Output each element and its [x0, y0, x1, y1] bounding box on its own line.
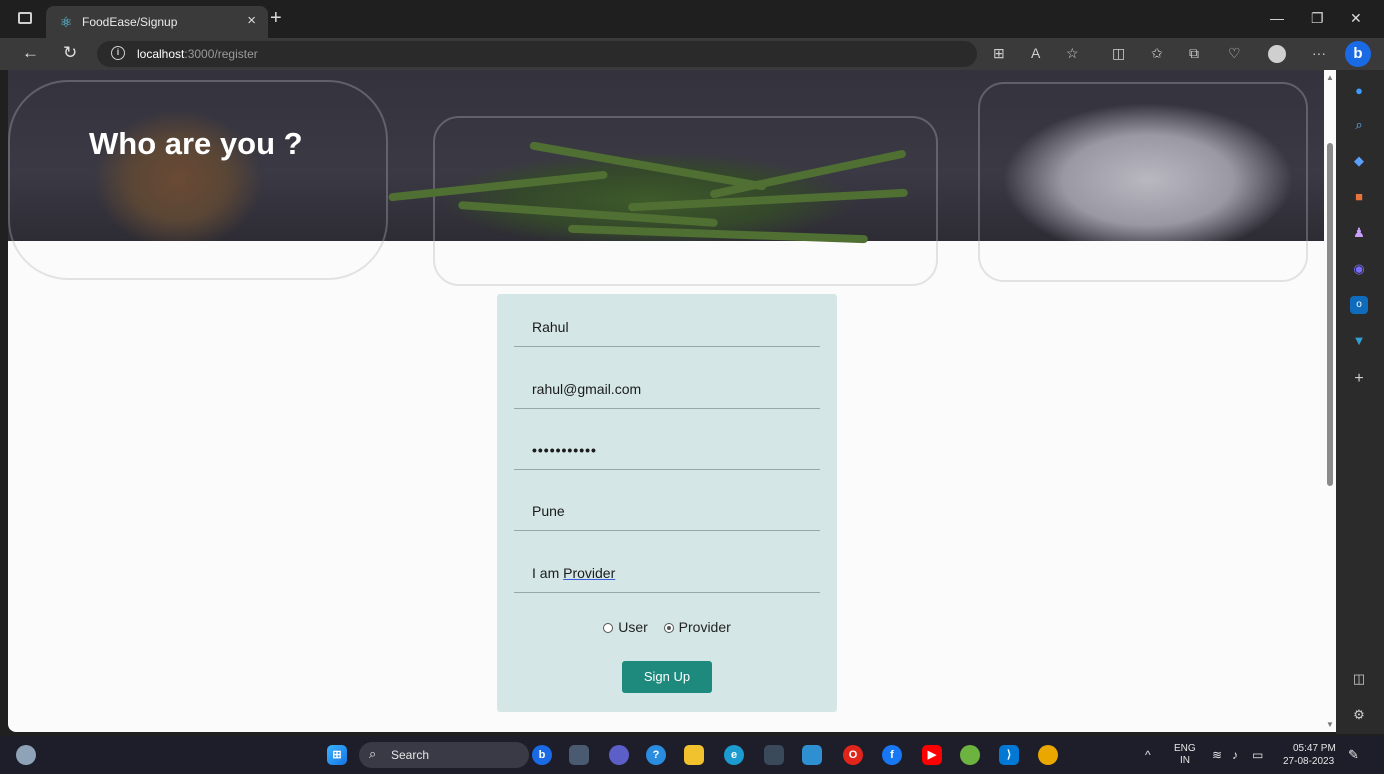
email-field[interactable]: rahul@gmail.com	[514, 369, 820, 409]
password-field[interactable]: •••••••••••	[514, 430, 820, 470]
search-label: Search	[391, 748, 430, 762]
edge-icon[interactable]: e	[724, 745, 744, 765]
clock-date[interactable]: 27-08-2023	[1283, 756, 1334, 767]
radio-user[interactable]	[603, 623, 614, 633]
microsoft-365-icon[interactable]: ◉	[1350, 260, 1368, 278]
sidebar-settings-icon[interactable]: ⚙	[1350, 706, 1368, 724]
spring-icon[interactable]	[960, 745, 980, 765]
url-host: localhost	[137, 47, 185, 61]
hide-sidebar-icon[interactable]: ◫	[1350, 670, 1368, 688]
app-icon[interactable]	[802, 745, 822, 765]
city-value: Pune	[532, 503, 565, 519]
close-window-icon[interactable]: ✕	[1350, 10, 1362, 27]
scroll-down-icon[interactable]: ▼	[1326, 720, 1334, 729]
back-icon[interactable]: ←	[22, 43, 39, 63]
language-top[interactable]: ENG	[1174, 743, 1196, 754]
copilot-taskbar-icon[interactable]: b	[532, 745, 552, 765]
restore-icon[interactable]: ❐	[1311, 10, 1324, 27]
favorites-icon[interactable]: ✩	[1151, 45, 1163, 62]
page-viewport: Who are you ? Rahul rahul@gmail.com ••••…	[8, 70, 1324, 732]
more-options-icon[interactable]: ···	[1312, 45, 1326, 61]
collections-icon[interactable]: ⧉	[1189, 45, 1199, 62]
email-value: rahul@gmail.com	[532, 381, 642, 397]
youtube-icon[interactable]: ▶	[922, 745, 942, 765]
tab-title: FoodEase/Signup	[82, 15, 178, 29]
outlook-icon[interactable]: o	[1350, 296, 1368, 314]
sign-up-button[interactable]: Sign Up	[622, 661, 712, 693]
weather-icon[interactable]	[16, 745, 36, 765]
app-available-icon[interactable]: ⊞	[993, 45, 1005, 62]
search-icon[interactable]: ⌕	[1350, 116, 1368, 134]
games-icon[interactable]: ♟	[1350, 224, 1368, 242]
page-title: Who are you ?	[89, 126, 303, 161]
url-path: :3000/register	[184, 47, 258, 61]
role-field[interactable]: I am Provider	[514, 553, 820, 593]
site-info-icon[interactable]: i	[111, 46, 125, 60]
browser-essentials-icon[interactable]: ♡	[1228, 45, 1241, 62]
hero-bowl-right	[978, 82, 1308, 282]
new-tab-button[interactable]: +	[270, 8, 282, 28]
role-radio-group: User Provider	[497, 619, 837, 635]
vscode-icon[interactable]: ⟩	[999, 745, 1019, 765]
name-value: Rahul	[532, 319, 569, 335]
clock-time[interactable]: 05:47 PM	[1293, 743, 1336, 754]
search-icon: ⌕	[369, 746, 377, 761]
hero-banner: Who are you ?	[8, 70, 1324, 286]
favorite-star-icon[interactable]: ☆	[1066, 45, 1079, 62]
task-view-icon[interactable]	[569, 745, 589, 765]
scroll-thumb[interactable]	[1327, 143, 1333, 486]
radio-provider[interactable]	[663, 623, 674, 633]
browser-titlebar: ⚛ FoodEase/Signup × + — ❐ ✕	[0, 0, 1384, 38]
chrome-icon[interactable]	[1038, 745, 1058, 765]
shopping-tag-icon[interactable]: ◆	[1350, 152, 1368, 170]
notification-bell-icon[interactable]: ●	[1350, 82, 1368, 100]
volume-icon[interactable]: ♪	[1232, 748, 1238, 762]
windows-taskbar: ⊞ ⌕ Search b ? e O f ▶ ⟩ ^ ENG IN ≋ ♪ ▭ …	[0, 736, 1384, 774]
language-bottom[interactable]: IN	[1180, 755, 1190, 766]
store-icon[interactable]	[764, 745, 784, 765]
tab-actions-icon[interactable]	[18, 12, 32, 24]
taskbar-search[interactable]: ⌕ Search	[359, 742, 529, 768]
opera-icon[interactable]: O	[843, 745, 863, 765]
refresh-icon[interactable]: ↻	[63, 43, 77, 63]
edge-sidebar: ● ⌕ ◆ ■ ♟ ◉ o ▼ + ◫ ⚙	[1336, 70, 1384, 734]
url-field[interactable]: i localhost:3000/register	[97, 41, 977, 67]
windows-start-icon[interactable]: ⊞	[327, 745, 347, 765]
copilot-icon[interactable]: b	[1345, 41, 1371, 67]
wifi-icon[interactable]: ≋	[1212, 748, 1222, 762]
drop-icon[interactable]: ▼	[1350, 332, 1368, 350]
add-sidebar-app-icon[interactable]: +	[1350, 370, 1368, 388]
password-value: •••••••••••	[532, 442, 597, 458]
scroll-up-icon[interactable]: ▲	[1326, 73, 1334, 82]
react-icon: ⚛	[59, 14, 73, 30]
radio-user-label[interactable]: User	[618, 619, 648, 635]
role-prefix: I am	[532, 565, 564, 581]
address-bar-row: ← ↻ i localhost:3000/register ⊞ A ☆ ◫ ✩ …	[0, 38, 1384, 70]
signup-form: Rahul rahul@gmail.com ••••••••••• Pune I…	[497, 294, 837, 712]
teams-icon[interactable]	[609, 745, 629, 765]
read-aloud-icon[interactable]: A	[1031, 45, 1040, 61]
city-field[interactable]: Pune	[514, 491, 820, 531]
hero-bowl-left	[8, 80, 388, 280]
radio-provider-label[interactable]: Provider	[679, 619, 731, 635]
notifications-icon[interactable]: ✎	[1348, 747, 1359, 763]
profile-avatar[interactable]	[1268, 45, 1286, 63]
minimize-icon[interactable]: —	[1270, 10, 1284, 26]
browser-tab[interactable]: ⚛ FoodEase/Signup ×	[46, 6, 268, 38]
file-explorer-icon[interactable]	[684, 745, 704, 765]
page-scrollbar[interactable]: ▲ ▼	[1324, 70, 1336, 732]
tools-icon[interactable]: ■	[1350, 188, 1368, 206]
tray-expand-icon[interactable]: ^	[1145, 748, 1151, 762]
close-tab-icon[interactable]: ×	[247, 12, 256, 29]
help-icon[interactable]: ?	[646, 745, 666, 765]
split-screen-icon[interactable]: ◫	[1112, 45, 1125, 62]
battery-icon[interactable]: ▭	[1252, 748, 1263, 762]
name-field[interactable]: Rahul	[514, 307, 820, 347]
role-value: Provider	[563, 565, 616, 581]
facebook-icon[interactable]: f	[882, 745, 902, 765]
